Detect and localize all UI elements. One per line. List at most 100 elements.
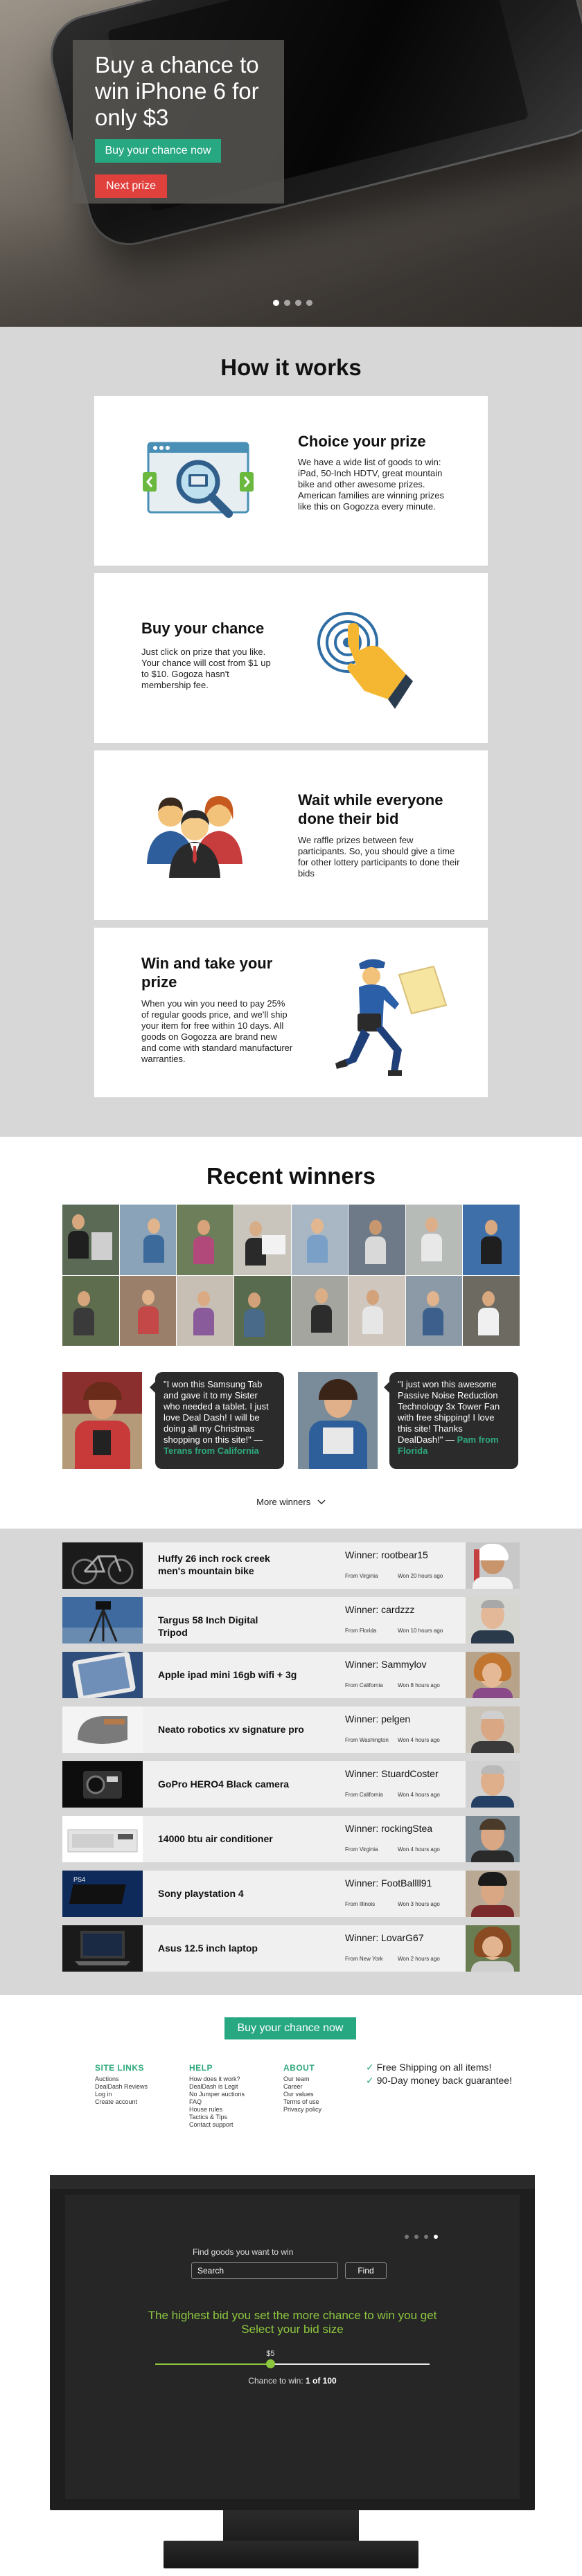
winner-photo[interactable] xyxy=(291,1205,349,1275)
winner-photo[interactable] xyxy=(177,1205,233,1275)
footer-link[interactable]: No Jumper auctions xyxy=(189,2091,245,2098)
footer-link[interactable]: Create account xyxy=(95,2098,137,2106)
product-thumbnail xyxy=(62,1706,143,1753)
winner-photo[interactable] xyxy=(177,1275,233,1346)
bid-slider-handle[interactable] xyxy=(266,2359,276,2368)
list-item[interactable]: 14000 btu air conditioner Winner: rockin… xyxy=(62,1816,520,1862)
winner-photo[interactable] xyxy=(405,1205,463,1275)
find-button[interactable]: Find xyxy=(345,2262,387,2279)
search-input[interactable]: Search xyxy=(191,2262,338,2279)
screen-dot-4[interactable] xyxy=(434,2235,438,2239)
browser-magnifier-icon xyxy=(143,442,254,518)
air-conditioner-icon xyxy=(67,1829,138,1853)
list-item[interactable]: Neato robotics xv signature pro Winner: … xyxy=(62,1706,520,1753)
screen-dot-2[interactable] xyxy=(414,2235,418,2239)
check-icon: ✓ xyxy=(366,2075,377,2086)
step-text: When you win you need to pay 25% of regu… xyxy=(141,998,293,1064)
winner-photo[interactable] xyxy=(463,1275,520,1346)
hero-panel: Buy a chance to win iPhone 6 for only $3… xyxy=(73,40,284,204)
winner-time: Won 10 hours ago xyxy=(398,1628,443,1634)
monitor-mockup: Find goods you want to win Search Find T… xyxy=(0,2161,582,2576)
tripod-icon xyxy=(62,1601,143,1643)
list-item[interactable]: PS4 Sony playstation 4 Winner: FootBalll… xyxy=(62,1871,520,1917)
slider-dot-1[interactable] xyxy=(273,300,279,306)
slider-dot-4[interactable] xyxy=(306,300,312,306)
winner-photo[interactable] xyxy=(233,1205,291,1275)
footer-link[interactable]: Privacy policy xyxy=(283,2106,321,2114)
list-item[interactable]: GoPro HERO4 Black camera Winner: StuardC… xyxy=(62,1761,520,1808)
laptop-icon xyxy=(75,1931,130,1965)
footer-link[interactable]: Terms of use xyxy=(283,2098,319,2106)
product-thumbnail xyxy=(62,1925,143,1972)
step-text: We raffle prizes between few participant… xyxy=(298,835,460,879)
search-label: Find goods you want to win xyxy=(193,2247,294,2257)
winner-time: Won 8 hours ago xyxy=(398,1682,440,1688)
footer-link[interactable]: Tactics & Tips xyxy=(189,2114,227,2121)
recent-winners-section: Recent winners "I won this Samsung Tab a… xyxy=(0,1137,582,1529)
winner-photo[interactable] xyxy=(349,1205,405,1275)
product-thumbnail xyxy=(62,1761,143,1808)
robot-vacuum-icon xyxy=(78,1716,127,1744)
check-icon: ✓ xyxy=(366,2062,377,2073)
people-group-icon xyxy=(147,796,242,878)
footer-link[interactable]: FAQ xyxy=(189,2098,202,2106)
winner-photo[interactable] xyxy=(349,1275,405,1346)
winner-photo[interactable] xyxy=(291,1275,349,1346)
list-item[interactable]: Apple ipad mini 16gb wifi + 3g Winner: S… xyxy=(62,1652,520,1698)
winner-photo[interactable] xyxy=(119,1275,177,1346)
winner-name: Winner: rockingStea xyxy=(345,1823,433,1834)
footer-link[interactable]: DealDash is Legit xyxy=(189,2083,238,2091)
footer-link[interactable]: Our values xyxy=(283,2091,314,2098)
list-item[interactable]: Huffy 26 inch rock creek men's mountain … xyxy=(62,1542,520,1589)
screen-dot-1[interactable] xyxy=(405,2235,409,2239)
footer-link[interactable]: How does it work? xyxy=(189,2075,240,2083)
winners-photo-collage xyxy=(62,1205,520,1346)
bid-slider[interactable] xyxy=(155,2359,430,2368)
footer-link[interactable]: Log in xyxy=(95,2091,112,2098)
footer-link[interactable]: Career xyxy=(283,2083,303,2091)
footer-link[interactable]: DealDash Reviews xyxy=(95,2083,148,2091)
chance-to-win: Chance to win: 1 of 100 xyxy=(248,2376,337,2386)
avatar xyxy=(466,1816,520,1862)
winner-name: Winner: StuardCoster xyxy=(345,1768,439,1779)
hero-next-prize-button[interactable]: Next prize xyxy=(95,174,167,198)
avatar xyxy=(466,1706,520,1753)
footer-link[interactable]: Our team xyxy=(283,2075,310,2083)
winner-photo[interactable] xyxy=(62,1205,119,1275)
winner-location: From Virginia xyxy=(345,1573,378,1579)
bid-value: $5 xyxy=(266,2350,275,2358)
step-text: Just click on prize that you like. Your … xyxy=(141,647,271,690)
step-title: Win and take your prize xyxy=(141,955,273,991)
hero-slider: Buy a chance to win iPhone 6 for only $3… xyxy=(0,0,582,327)
footer-column-title: ABOUT xyxy=(283,2063,315,2073)
product-name: 14000 btu air conditioner xyxy=(158,1833,273,1844)
slider-dot-2[interactable] xyxy=(284,300,290,306)
hero-buy-chance-button[interactable]: Buy your chance now xyxy=(95,139,221,163)
testimonial-photo xyxy=(298,1372,378,1469)
winner-photo[interactable] xyxy=(119,1205,177,1275)
winner-photo[interactable] xyxy=(405,1275,463,1346)
winner-photo[interactable] xyxy=(62,1275,119,1346)
footer-buy-chance-button[interactable]: Buy your chance now xyxy=(224,2017,356,2039)
footer-link[interactable]: House rules xyxy=(189,2106,222,2114)
tablet-icon xyxy=(72,1652,136,1698)
footer-link[interactable]: Auctions xyxy=(95,2075,119,2083)
list-item[interactable]: Asus 12.5 inch laptop Winner: LovarG67 F… xyxy=(62,1925,520,1972)
more-winners-label: More winners xyxy=(256,1497,311,1507)
winner-name: Winner: LovarG67 xyxy=(345,1932,424,1943)
footer-link[interactable]: Contact support xyxy=(189,2121,233,2129)
list-item[interactable]: Targus 58 Inch Digital Tripod Winner: ca… xyxy=(62,1597,520,1643)
product-thumbnail xyxy=(62,1542,143,1589)
screen-dot-3[interactable] xyxy=(424,2235,428,2239)
winner-photo[interactable] xyxy=(463,1205,520,1275)
product-name: Asus 12.5 inch laptop xyxy=(158,1943,258,1954)
footer-column-title: SITE LINKS xyxy=(95,2063,145,2073)
winner-location: From Illinois xyxy=(345,1901,376,1907)
product-name: Apple ipad mini 16gb wifi + 3g xyxy=(158,1669,297,1680)
more-winners-link[interactable]: More winners xyxy=(0,1497,582,1507)
slider-dot-3[interactable] xyxy=(295,300,301,306)
avatar xyxy=(466,1542,520,1589)
winner-photo[interactable] xyxy=(233,1275,291,1346)
product-thumbnail xyxy=(62,1652,143,1698)
how-it-works-title: How it works xyxy=(220,354,362,380)
